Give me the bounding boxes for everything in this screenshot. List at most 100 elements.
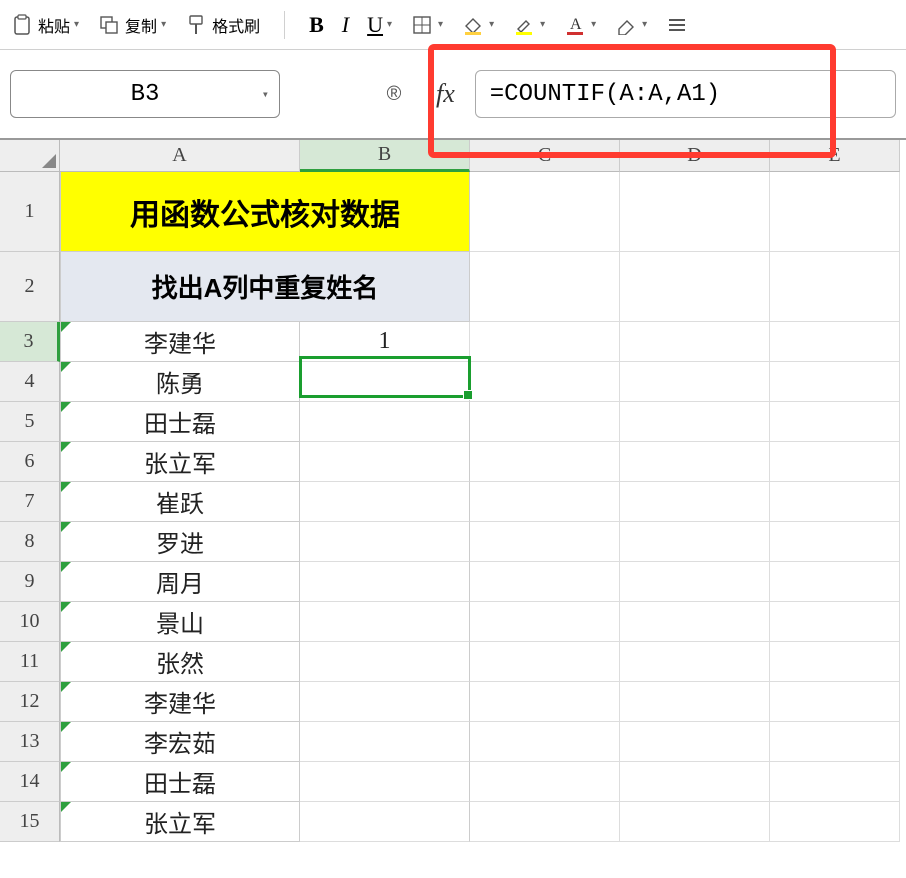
cell-d1[interactable]	[620, 172, 770, 252]
cell-d15[interactable]	[620, 802, 770, 842]
row-header-9[interactable]: 9	[0, 562, 60, 602]
cell-d8[interactable]	[620, 522, 770, 562]
cell-b11[interactable]	[300, 642, 470, 682]
cell-a1b1-title[interactable]: 用函数公式核对数据	[60, 172, 470, 252]
cell-c10[interactable]	[470, 602, 620, 642]
highlight-button[interactable]: ▾	[512, 13, 545, 37]
cell-d3[interactable]	[620, 322, 770, 362]
cell-d6[interactable]	[620, 442, 770, 482]
col-header-a[interactable]: A	[60, 140, 300, 172]
cell-d7[interactable]	[620, 482, 770, 522]
cell-e2[interactable]	[770, 252, 900, 322]
underline-button[interactable]: U▾	[367, 12, 392, 38]
row-header-6[interactable]: 6	[0, 442, 60, 482]
cell-a2b2-subtitle[interactable]: 找出A列中重复姓名	[60, 252, 470, 322]
row-header-4[interactable]: 4	[0, 362, 60, 402]
row-header-14[interactable]: 14	[0, 762, 60, 802]
cell-c13[interactable]	[470, 722, 620, 762]
formula-input[interactable]: =COUNTIF(A:A,A1)	[475, 70, 896, 118]
cell-b4[interactable]	[300, 362, 470, 402]
row-header-8[interactable]: 8	[0, 522, 60, 562]
select-all-corner[interactable]	[0, 140, 60, 172]
row-header-7[interactable]: 7	[0, 482, 60, 522]
fill-color-button[interactable]: ▾	[461, 13, 494, 37]
col-header-d[interactable]: D	[620, 140, 770, 172]
row-header-15[interactable]: 15	[0, 802, 60, 842]
cell-e3[interactable]	[770, 322, 900, 362]
cell-b9[interactable]	[300, 562, 470, 602]
cell-d11[interactable]	[620, 642, 770, 682]
row-header-10[interactable]: 10	[0, 602, 60, 642]
cell-c15[interactable]	[470, 802, 620, 842]
cell-d4[interactable]	[620, 362, 770, 402]
format-painter-button[interactable]: 格式刷	[184, 13, 260, 37]
cell-c14[interactable]	[470, 762, 620, 802]
cell-e7[interactable]	[770, 482, 900, 522]
row-header-2[interactable]: 2	[0, 252, 60, 322]
row-header-3[interactable]: 3	[0, 322, 60, 362]
font-color-button[interactable]: A ▾	[563, 13, 596, 37]
cell-e14[interactable]	[770, 762, 900, 802]
cell-e10[interactable]	[770, 602, 900, 642]
cell-c2[interactable]	[470, 252, 620, 322]
col-header-e[interactable]: E	[770, 140, 900, 172]
cell-e8[interactable]	[770, 522, 900, 562]
cell-e6[interactable]	[770, 442, 900, 482]
cell-a5[interactable]: 田士磊	[60, 402, 300, 442]
cell-a8[interactable]: 罗进	[60, 522, 300, 562]
cell-c9[interactable]	[470, 562, 620, 602]
cell-a7[interactable]: 崔跃	[60, 482, 300, 522]
cell-a15[interactable]: 张立军	[60, 802, 300, 842]
cell-a3[interactable]: 李建华	[60, 322, 300, 362]
cell-c6[interactable]	[470, 442, 620, 482]
cell-b10[interactable]	[300, 602, 470, 642]
cell-d12[interactable]	[620, 682, 770, 722]
paste-button[interactable]: 粘贴 ▾	[10, 13, 79, 37]
row-header-12[interactable]: 12	[0, 682, 60, 722]
cell-b8[interactable]	[300, 522, 470, 562]
eraser-button[interactable]: ▾	[614, 13, 647, 37]
cell-e15[interactable]	[770, 802, 900, 842]
cell-d5[interactable]	[620, 402, 770, 442]
italic-button[interactable]: I	[342, 12, 349, 38]
cell-e12[interactable]	[770, 682, 900, 722]
copy-button[interactable]: 复制 ▾	[97, 13, 166, 37]
cell-a10[interactable]: 景山	[60, 602, 300, 642]
name-box[interactable]: B3 ▾	[10, 70, 280, 118]
cell-a12[interactable]: 李建华	[60, 682, 300, 722]
cell-d13[interactable]	[620, 722, 770, 762]
cell-b5[interactable]	[300, 402, 470, 442]
cell-a14[interactable]: 田士磊	[60, 762, 300, 802]
col-header-c[interactable]: C	[470, 140, 620, 172]
cell-e11[interactable]	[770, 642, 900, 682]
cell-c3[interactable]	[470, 322, 620, 362]
cell-b12[interactable]	[300, 682, 470, 722]
cell-b14[interactable]	[300, 762, 470, 802]
cell-a11[interactable]: 张然	[60, 642, 300, 682]
cell-e9[interactable]	[770, 562, 900, 602]
row-header-13[interactable]: 13	[0, 722, 60, 762]
row-header-5[interactable]: 5	[0, 402, 60, 442]
registered-icon[interactable]: ®	[380, 80, 408, 108]
cell-a13[interactable]: 李宏茹	[60, 722, 300, 762]
cell-b6[interactable]	[300, 442, 470, 482]
cell-b7[interactable]	[300, 482, 470, 522]
cell-d14[interactable]	[620, 762, 770, 802]
cell-b15[interactable]	[300, 802, 470, 842]
cell-e4[interactable]	[770, 362, 900, 402]
cell-d9[interactable]	[620, 562, 770, 602]
row-header-1[interactable]: 1	[0, 172, 60, 252]
cell-d2[interactable]	[620, 252, 770, 322]
cell-c11[interactable]	[470, 642, 620, 682]
cell-c1[interactable]	[470, 172, 620, 252]
cell-b3[interactable]: 1	[300, 322, 470, 362]
cell-e1[interactable]	[770, 172, 900, 252]
cell-c12[interactable]	[470, 682, 620, 722]
fx-icon[interactable]: fx	[436, 79, 455, 109]
cell-c4[interactable]	[470, 362, 620, 402]
bold-button[interactable]: B	[309, 12, 324, 38]
cell-a4[interactable]: 陈勇	[60, 362, 300, 402]
border-button[interactable]: ▾	[410, 13, 443, 37]
cell-e13[interactable]	[770, 722, 900, 762]
row-header-11[interactable]: 11	[0, 642, 60, 682]
